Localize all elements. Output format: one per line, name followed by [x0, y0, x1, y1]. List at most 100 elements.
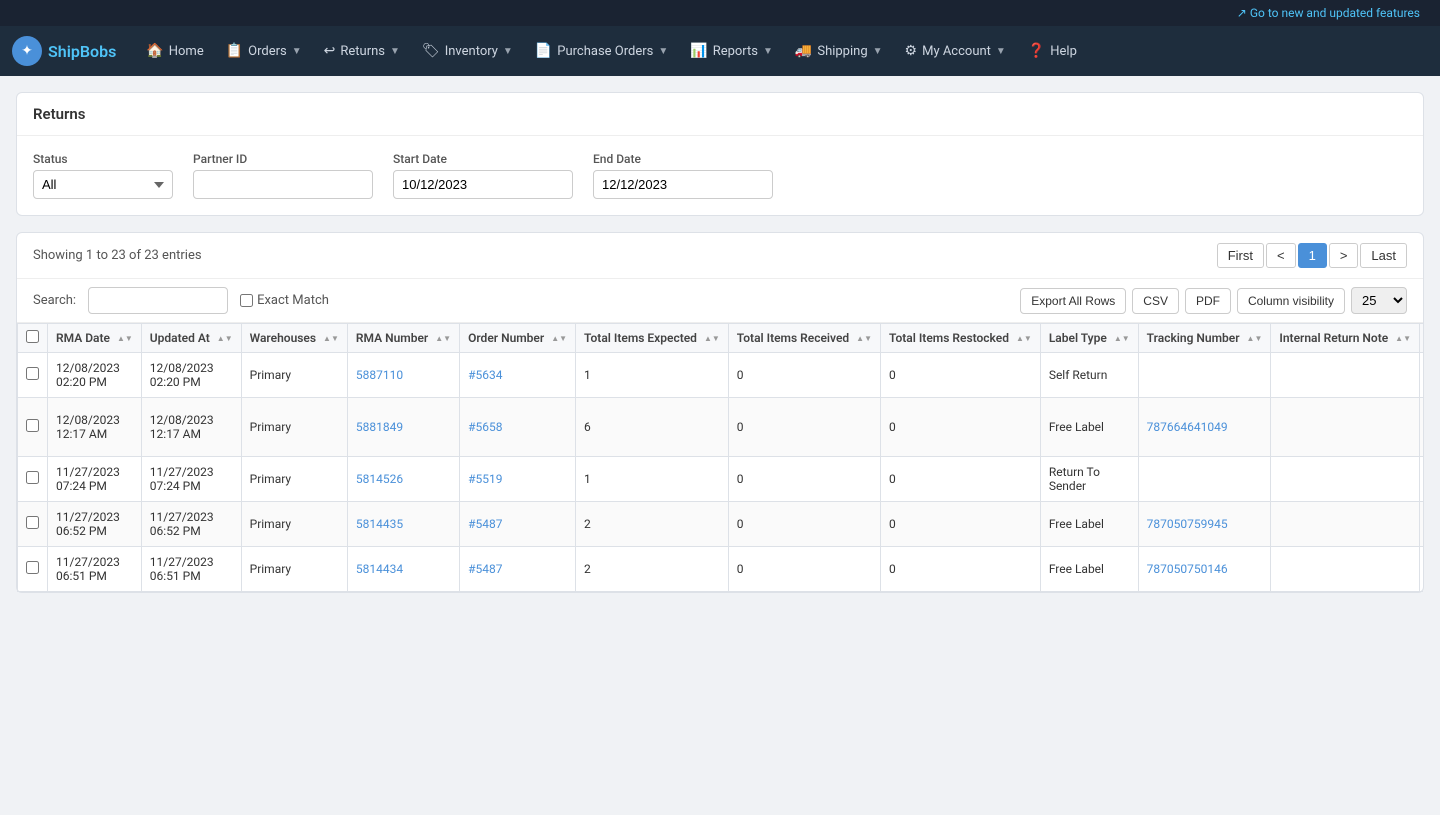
page-current-btn[interactable]: 1 — [1298, 243, 1327, 268]
col-warehouses[interactable]: Warehouses ▲▼ — [241, 324, 347, 353]
cell-tracking-number[interactable]: 787050750146 — [1138, 547, 1271, 592]
row-checkbox-cell[interactable] — [18, 398, 48, 457]
rma-number-link[interactable]: 5881849 — [356, 420, 403, 434]
cell-order-number[interactable]: #5658 — [460, 398, 576, 457]
nav-returns[interactable]: ↩ Returns ▼ — [314, 35, 410, 67]
account-icon: ⚙ — [905, 43, 918, 59]
col-total-items-restocked[interactable]: Total Items Restocked ▲▼ — [881, 324, 1041, 353]
nav-returns-label: Returns — [340, 44, 385, 59]
col-updated-at[interactable]: Updated At ▲▼ — [141, 324, 241, 353]
orders-icon: 📋 — [226, 43, 243, 59]
col-tracking-number[interactable]: Tracking Number ▲▼ — [1138, 324, 1271, 353]
select-all-checkbox[interactable] — [26, 330, 39, 343]
row-checkbox[interactable] — [26, 471, 39, 484]
order-number-link[interactable]: #5658 — [468, 420, 502, 434]
nav-purchase-orders[interactable]: 📄 Purchase Orders ▼ — [525, 35, 678, 67]
col-order-number[interactable]: Order Number ▲▼ — [460, 324, 576, 353]
rma-number-link[interactable]: 5814434 — [356, 562, 403, 576]
cell-rma-date: 11/27/2023 06:51 PM — [48, 547, 142, 592]
status-select[interactable]: All Pending Processing Completed Cancell… — [33, 170, 173, 199]
cell-order-number[interactable]: #5519 — [460, 457, 576, 502]
rma-number-link[interactable]: 5887110 — [356, 368, 403, 382]
row-checkbox[interactable] — [26, 367, 39, 380]
nav-inventory[interactable]: 🏷 Inventory ▼ — [412, 35, 523, 67]
column-visibility-btn[interactable]: Column visibility — [1237, 288, 1345, 314]
page-prev-btn[interactable]: < — [1266, 243, 1296, 268]
row-checkbox-cell[interactable] — [18, 457, 48, 502]
start-date-input[interactable] — [393, 170, 573, 199]
nav-home[interactable]: 🏠 Home — [136, 35, 213, 67]
end-date-input[interactable] — [593, 170, 773, 199]
row-checkbox-cell[interactable] — [18, 547, 48, 592]
export-all-rows-btn[interactable]: Export All Rows — [1020, 288, 1126, 314]
exact-match-label[interactable]: Exact Match — [240, 293, 329, 308]
returns-icon: ↩ — [324, 43, 336, 59]
cell-tracking-number[interactable]: 787050759945 — [1138, 502, 1271, 547]
nav-help[interactable]: ❓ Help — [1018, 35, 1087, 67]
col-total-items-expected[interactable]: Total Items Expected ▲▼ — [576, 324, 729, 353]
cell-rma-number[interactable]: 5814435 — [347, 502, 459, 547]
col-label-type[interactable]: Label Type ▲▼ — [1040, 324, 1138, 353]
page-last-btn[interactable]: Last — [1360, 243, 1407, 268]
nav-shipping[interactable]: 🚚 Shipping ▼ — [785, 35, 893, 67]
row-checkbox-cell[interactable] — [18, 502, 48, 547]
cell-rma-date: 11/27/2023 07:24 PM — [48, 457, 142, 502]
col-internal-return-note[interactable]: Internal Return Note ▲▼ — [1271, 324, 1420, 353]
orders-chevron: ▼ — [292, 46, 302, 57]
cell-internal-return-note — [1271, 398, 1420, 457]
cell-rma-number[interactable]: 5814434 — [347, 547, 459, 592]
row-checkbox[interactable] — [26, 561, 39, 574]
row-checkbox[interactable] — [26, 516, 39, 529]
rma-number-sort: ▲▼ — [435, 335, 451, 343]
partner-id-input[interactable] — [193, 170, 373, 199]
cell-order-number[interactable]: #5487 — [460, 547, 576, 592]
po-chevron: ▼ — [658, 46, 668, 57]
cell-order-number[interactable]: #5487 — [460, 502, 576, 547]
search-input[interactable] — [88, 287, 228, 314]
nav-orders[interactable]: 📋 Orders ▼ — [216, 35, 312, 67]
logo[interactable]: ✦ ShipBobs — [12, 36, 116, 66]
cell-tracking-number[interactable]: 787664641049 — [1138, 398, 1271, 457]
cell-tracking-number — [1138, 457, 1271, 502]
row-checkbox-cell[interactable] — [18, 353, 48, 398]
table-row: 11/27/2023 07:24 PM 11/27/2023 07:24 PM … — [18, 457, 1424, 502]
tracking-number-link[interactable]: 787050759945 — [1147, 517, 1228, 531]
cell-total-items-expected: 1 — [576, 353, 729, 398]
new-features-link[interactable]: ↗ Go to new and updated features — [1237, 6, 1420, 20]
col-rma-date[interactable]: RMA Date ▲▼ — [48, 324, 142, 353]
csv-btn[interactable]: CSV — [1132, 288, 1179, 314]
end-date-filter-group: End Date — [593, 152, 773, 199]
order-number-link[interactable]: #5519 — [468, 472, 502, 486]
tracking-number-link[interactable]: 787050750146 — [1147, 562, 1228, 576]
cell-order-number[interactable]: #5634 — [460, 353, 576, 398]
cell-reason: Missing zipper head — [1420, 547, 1423, 592]
cell-internal-return-note — [1271, 353, 1420, 398]
order-number-link[interactable]: #5487 — [468, 562, 502, 576]
tracking-number-link[interactable]: 787664641049 — [1147, 420, 1228, 434]
page-first-btn[interactable]: First — [1217, 243, 1264, 268]
cell-rma-number[interactable]: 5814526 — [347, 457, 459, 502]
col-total-items-received[interactable]: Total Items Received ▲▼ — [728, 324, 880, 353]
rma-number-link[interactable]: 5814435 — [356, 517, 403, 531]
exact-match-checkbox[interactable] — [240, 294, 253, 307]
cell-rma-number[interactable]: 5881849 — [347, 398, 459, 457]
nav-reports[interactable]: 📊 Reports ▼ — [680, 35, 783, 67]
order-number-link[interactable]: #5487 — [468, 517, 502, 531]
cell-total-items-restocked: 0 — [881, 457, 1041, 502]
col-reason[interactable]: Reason ▲▼ — [1420, 324, 1423, 353]
order-number-link[interactable]: #5634 — [468, 368, 502, 382]
row-checkbox[interactable] — [26, 419, 39, 432]
pdf-btn[interactable]: PDF — [1185, 288, 1231, 314]
select-all-header[interactable] — [18, 324, 48, 353]
cell-total-items-expected: 2 — [576, 502, 729, 547]
cell-rma-number[interactable]: 5887110 — [347, 353, 459, 398]
rma-number-link[interactable]: 5814526 — [356, 472, 403, 486]
per-page-select[interactable]: 25 50 100 — [1351, 287, 1407, 314]
col-rma-number[interactable]: RMA Number ▲▼ — [347, 324, 459, 353]
shipping-chevron: ▼ — [873, 46, 883, 57]
tracking-number-sort: ▲▼ — [1247, 335, 1263, 343]
nav-my-account[interactable]: ⚙ My Account ▼ — [895, 35, 1016, 67]
account-chevron: ▼ — [996, 46, 1006, 57]
page-next-btn[interactable]: > — [1329, 243, 1359, 268]
cell-total-items-expected: 1 — [576, 457, 729, 502]
